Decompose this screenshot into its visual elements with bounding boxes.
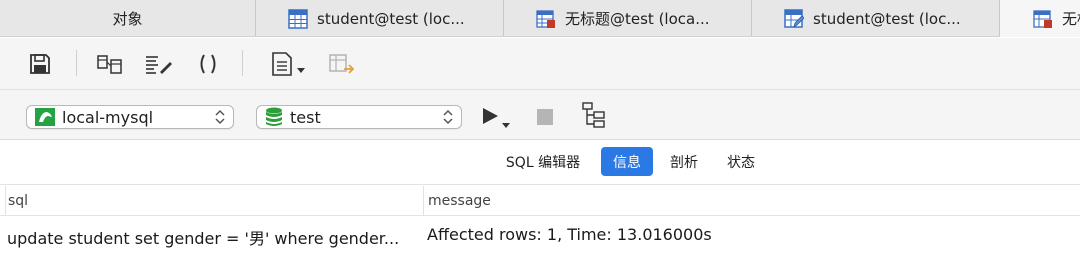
tab-student-table[interactable]: student@test (loc... [256, 0, 504, 37]
query-builder-icon [97, 55, 122, 74]
message-cell: Affected rows: 1, Time: 13.016000s [427, 225, 712, 244]
chevron-updown-icon [443, 109, 453, 125]
beautify-sql-button[interactable] [143, 51, 175, 77]
tab-message[interactable]: 信息 [601, 147, 653, 176]
tab-label: 剖析 [670, 154, 698, 171]
table-icon [288, 8, 308, 29]
explain-tree-icon [582, 102, 605, 128]
tab-label: 无标题@test (loca... [565, 10, 710, 28]
toolbar-divider [76, 50, 77, 76]
column-header-sql[interactable]: sql [8, 193, 28, 209]
tab-label: 状态 [727, 154, 755, 171]
tab-label: student@test (loc... [813, 9, 961, 28]
column-divider[interactable] [423, 186, 424, 216]
connection-name: local-mysql [62, 107, 154, 127]
file-menu-button[interactable] [268, 51, 308, 77]
mysql-connection-icon [35, 108, 55, 126]
document-dropdown-icon [272, 52, 305, 76]
stop-button[interactable] [533, 104, 557, 130]
tab-sql-editor[interactable]: SQL 编辑器 [497, 147, 589, 176]
connection-select[interactable]: local-mysql [26, 105, 234, 129]
tab-objects[interactable]: 对象 [0, 0, 256, 37]
database-icon [266, 107, 282, 126]
result-tabs: SQL 编辑器 信息 剖析 状态 [0, 141, 1080, 185]
tab-untitled-query[interactable]: 无标题@test (loca... [504, 0, 752, 37]
editor-toolbar [0, 38, 1080, 90]
result-table-header: sql message [0, 186, 1080, 216]
stop-icon [537, 109, 553, 125]
database-name: test [290, 107, 321, 127]
export-icon [329, 54, 355, 74]
save-button[interactable] [26, 51, 54, 77]
column-header-message[interactable]: message [428, 193, 491, 209]
table-edit-icon [784, 8, 804, 28]
tab-label: SQL 编辑器 [505, 154, 581, 171]
query-icon [1033, 9, 1052, 28]
tab-label: 信息 [613, 154, 641, 171]
connection-toolbar: local-mysql test [0, 90, 1080, 140]
tab-profile[interactable]: 剖析 [660, 147, 708, 176]
code-snippet-button[interactable] [194, 51, 222, 77]
table-row[interactable]: update student set gender = '男' where ge… [0, 217, 1080, 251]
column-divider [5, 186, 6, 216]
database-select[interactable]: test [256, 105, 462, 129]
tab-bar: 对象 student@test (loc... 无标题@test (loca..… [0, 0, 1080, 37]
sql-cell: update student set gender = '男' where ge… [7, 229, 400, 248]
parentheses-icon [200, 54, 216, 74]
tab-label: student@test (loc... [317, 9, 465, 28]
play-dropdown-icon [483, 108, 510, 128]
tab-label: 无标 [1062, 10, 1080, 28]
beautify-sql-icon [146, 56, 172, 74]
save-icon [30, 54, 50, 74]
run-button[interactable] [480, 104, 512, 130]
tab-untitled-query-active[interactable]: 无标 [1000, 0, 1080, 37]
query-icon [536, 9, 555, 28]
tab-status[interactable]: 状态 [717, 147, 765, 176]
explain-button[interactable] [578, 102, 610, 128]
query-builder-button[interactable] [95, 51, 125, 77]
tab-student-design[interactable]: student@test (loc... [752, 0, 1000, 37]
toolbar-divider [242, 50, 243, 76]
chevron-updown-icon [215, 109, 225, 125]
export-button[interactable] [326, 51, 356, 77]
tab-label: 对象 [112, 10, 143, 28]
